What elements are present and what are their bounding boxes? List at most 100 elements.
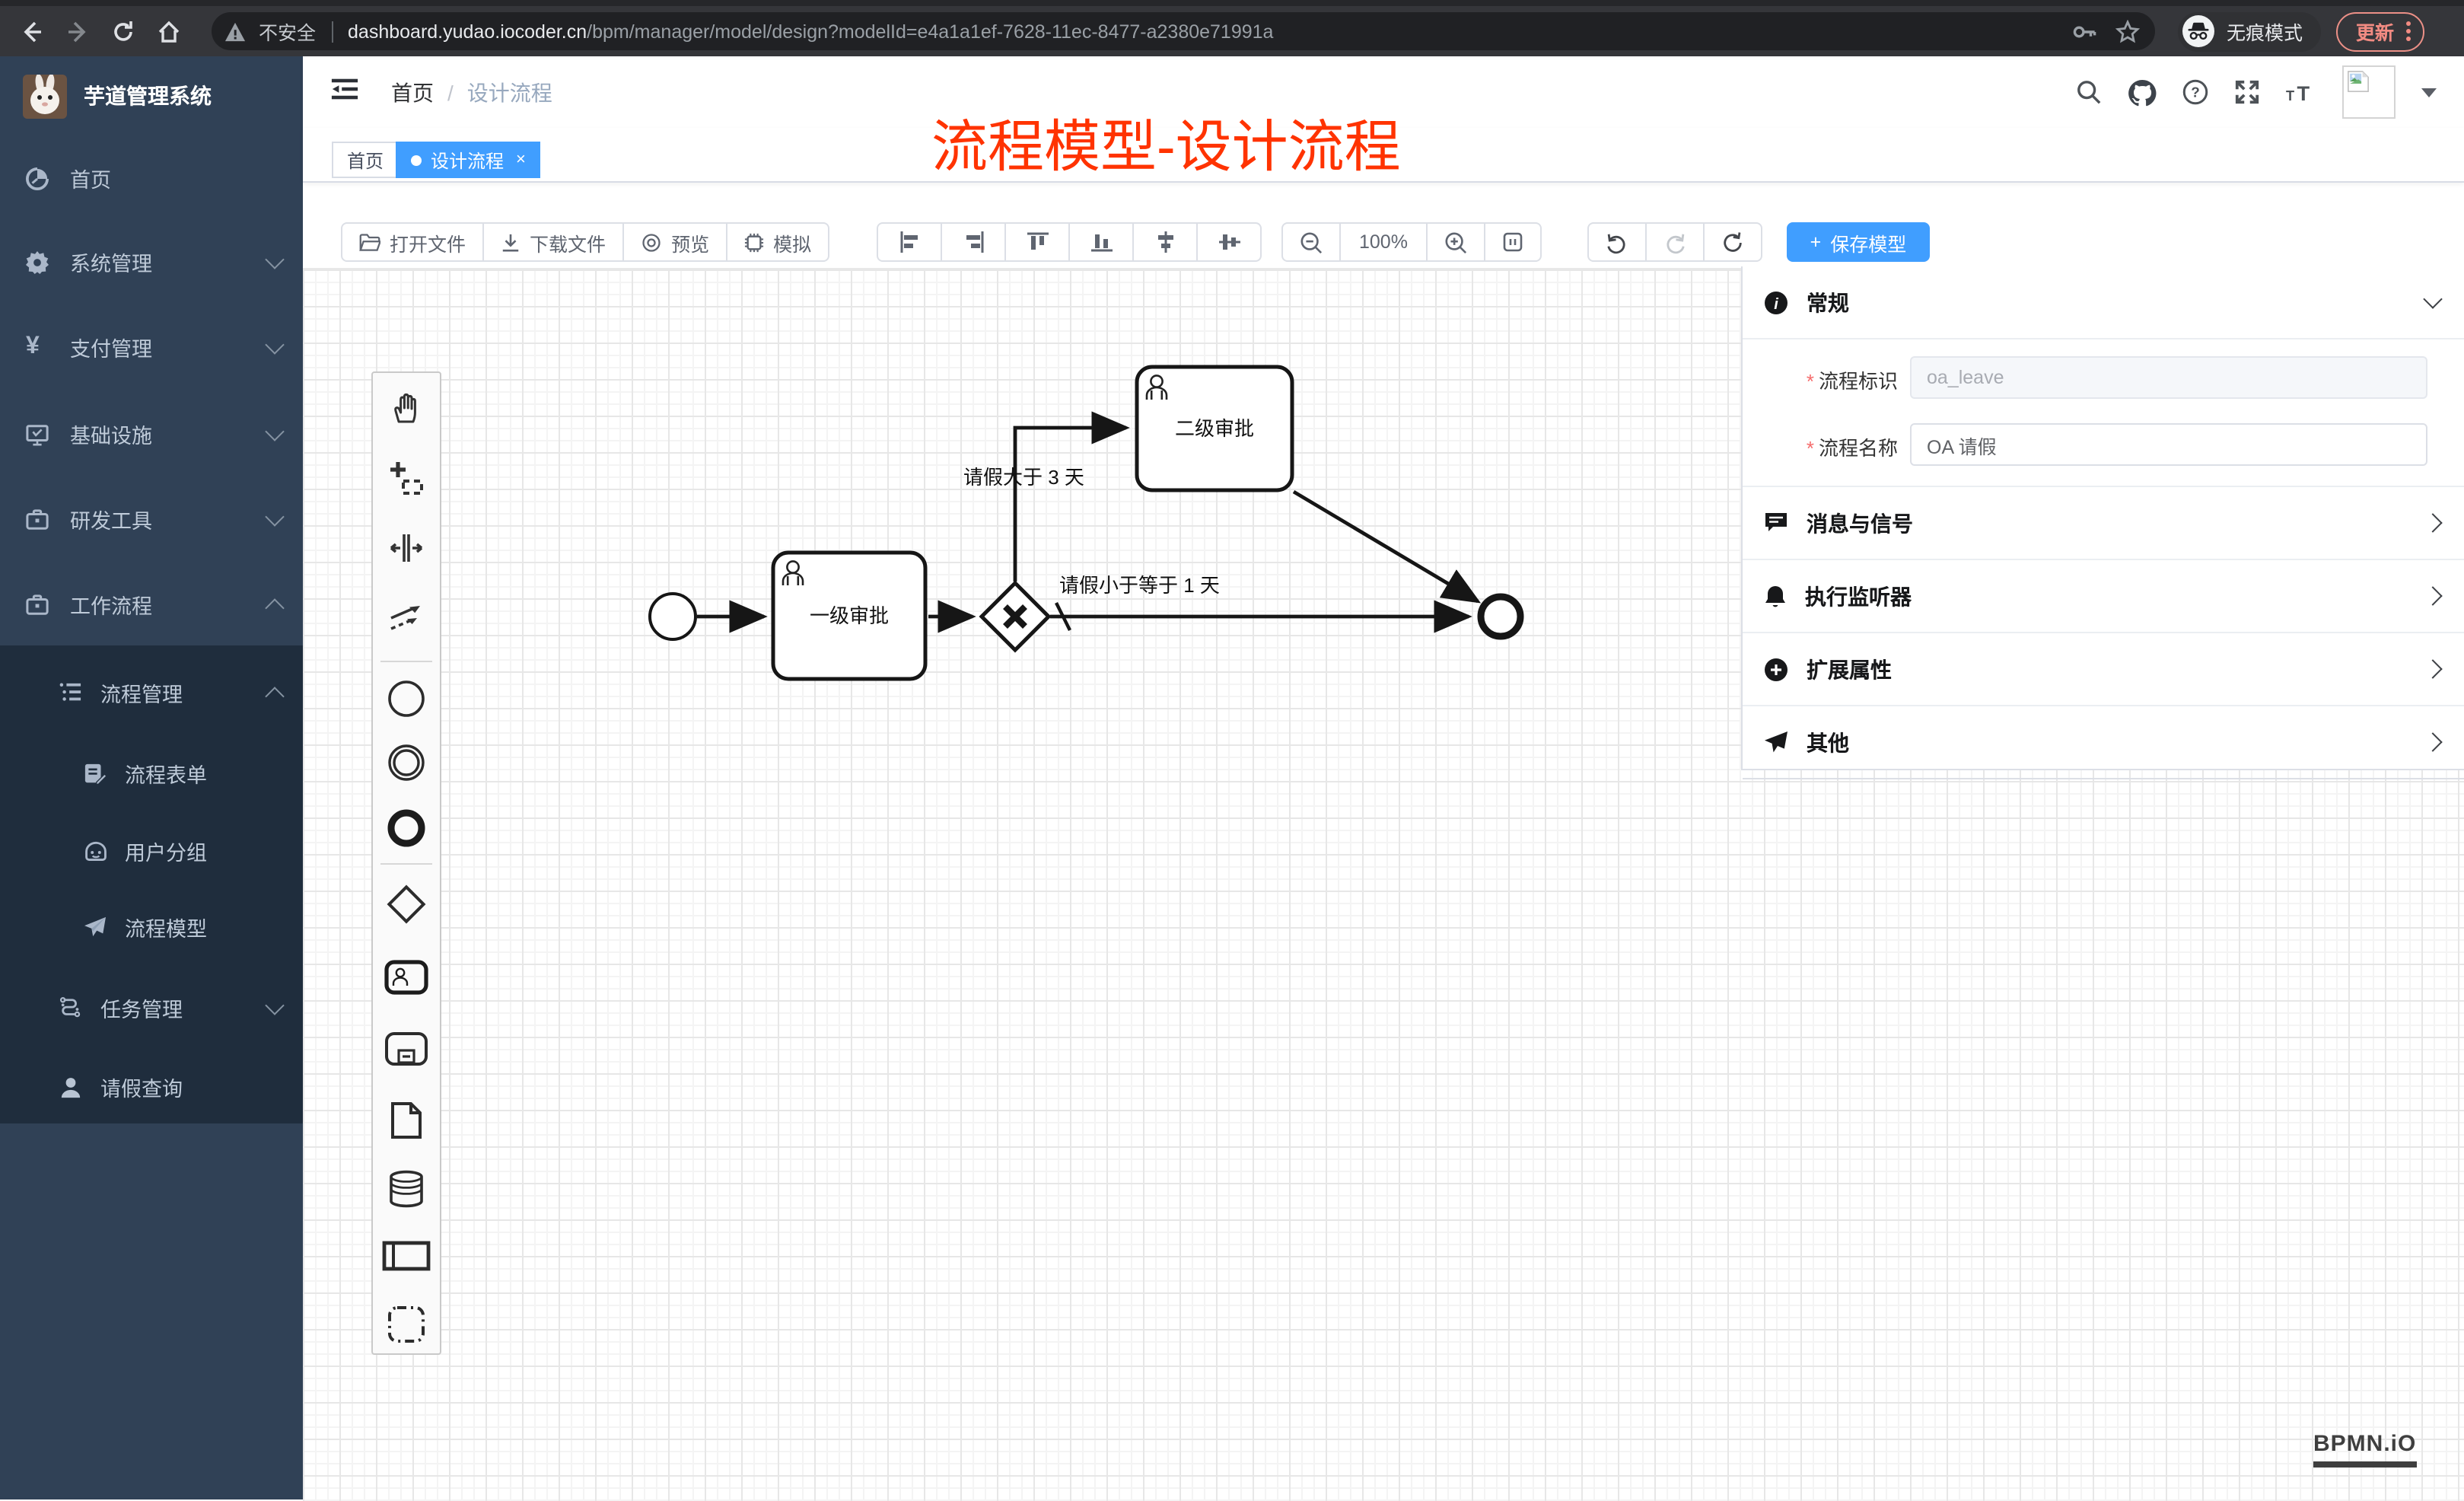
preview-button[interactable]: 预览 [624,224,727,260]
search-icon[interactable] [2076,79,2102,105]
tag-home[interactable]: 首页 [332,142,399,178]
browser-update-button[interactable]: 更新 [2336,11,2424,51]
global-connect-icon[interactable] [376,586,437,650]
button-label: 保存模型 [1830,228,1906,257]
sidebar-item-home[interactable]: 首页 [0,135,303,221]
browser-bar: 不安全 dashboard.yudao.iocoder.cn/bpm/manag… [0,0,2464,56]
sidebar-item-process-form[interactable]: 流程表单 [0,738,303,808]
create-participant[interactable] [376,1224,437,1288]
tag-close-icon[interactable]: × [516,151,526,169]
create-intermediate-event[interactable] [376,731,437,795]
sidebar-collapse-icon[interactable] [330,75,359,104]
sidebar-item-devtools[interactable]: 研发工具 [0,476,303,562]
security-label[interactable]: 不安全 [259,17,316,46]
sidebar-item-user-group[interactable]: 用户分组 [0,816,303,886]
palette-divider [380,863,432,865]
align-center-vertical-icon[interactable] [1198,224,1260,260]
caret-down-icon[interactable] [2421,88,2437,97]
create-data-object[interactable] [376,1088,437,1152]
space-tool-icon[interactable] [376,516,437,580]
chevron-right-icon [2426,735,2440,749]
create-subprocess[interactable] [376,1017,437,1081]
url-bar[interactable]: 不安全 dashboard.yudao.iocoder.cn/bpm/manag… [212,12,2155,50]
create-gateway[interactable] [376,872,437,936]
home-icon[interactable] [146,11,192,51]
restart-icon[interactable] [1705,224,1761,260]
sidebar-item-infrastructure[interactable]: 基础设施 [0,391,303,476]
create-user-task[interactable] [376,945,437,1009]
message-icon [1764,511,1788,534]
sequence-flow-gt3[interactable] [1015,428,1126,582]
chevron-down-icon [268,430,282,438]
align-right-icon[interactable] [942,224,1006,260]
help-icon[interactable]: ? [2182,79,2208,105]
password-key-icon[interactable] [2071,19,2097,43]
create-group[interactable] [376,1292,437,1356]
sidebar-item-leave-query[interactable]: 请假查询 [0,1052,303,1122]
sidebar-item-label: 首页 [70,163,111,193]
align-bottom-icon[interactable] [1070,224,1134,260]
section-general[interactable]: i 常规 [1743,266,2464,339]
align-center-horizontal-icon[interactable] [1134,224,1198,260]
yen-icon: ¥ [26,335,49,359]
page-annotation: 流程模型-设计流程 [931,100,1401,183]
avatar[interactable] [2342,65,2396,119]
zoom-reset-icon[interactable] [1485,224,1540,260]
edge-label-gt3[interactable]: 请假大于 3 天 [963,466,1084,489]
hand-tool-icon[interactable] [376,376,437,440]
download-file-button[interactable]: 下载文件 [484,224,624,260]
bookmark-star-icon[interactable] [2115,19,2140,43]
zoom-out-icon[interactable] [1283,224,1341,260]
sidebar-item-process-manage[interactable]: 流程管理 [0,658,303,728]
github-icon[interactable] [2128,78,2157,106]
exclusive-gateway[interactable] [982,583,1049,650]
forward-icon[interactable] [55,11,100,51]
user-task-level1[interactable]: 一级审批 [773,553,925,679]
section-label: 消息与信号 [1807,508,1913,538]
sequence-flow-le1[interactable] [1050,603,1469,630]
back-icon[interactable] [9,11,55,51]
save-model-button[interactable]: + 保存模型 [1787,222,1930,262]
section-messages[interactable]: 消息与信号 [1743,487,2464,560]
undo-icon[interactable] [1589,224,1647,260]
sidebar-item-payment[interactable]: ¥ 支付管理 [0,304,303,390]
file-button-group: 打开文件 下载文件 预览 模拟 [341,222,829,262]
reload-icon[interactable] [100,11,146,51]
align-top-icon[interactable] [1006,224,1070,260]
open-file-button[interactable]: 打开文件 [342,224,484,260]
breadcrumb-home[interactable]: 首页 [391,78,434,108]
section-others[interactable]: 其他 [1743,706,2464,779]
section-listeners[interactable]: 执行监听器 [1743,560,2464,633]
sidebar-item-system[interactable]: 系统管理 [0,219,303,304]
create-start-event[interactable] [376,667,437,731]
simulate-button[interactable]: 模拟 [727,224,828,260]
update-label[interactable]: 更新 [2356,17,2394,46]
end-event[interactable] [1481,597,1520,636]
url-text[interactable]: dashboard.yudao.iocoder.cn/bpm/manager/m… [348,21,1273,42]
sidebar-item-workflow[interactable]: 工作流程 [0,562,303,647]
bpmn-io-logo[interactable]: BPMN.iO [2313,1431,2416,1468]
process-name-input[interactable]: OA 请假 [1910,423,2427,466]
lasso-tool-icon[interactable] [376,446,437,510]
create-end-event[interactable] [376,796,437,860]
fullscreen-icon[interactable] [2234,79,2260,105]
zoom-in-icon[interactable] [1428,224,1485,260]
sidebar-item-process-model[interactable]: 流程模型 [0,892,303,962]
sidebar-logo[interactable]: 芋道管理系统 [0,72,303,120]
align-left-icon[interactable] [878,224,942,260]
sidebar-item-task-manage[interactable]: 任务管理 [0,973,303,1043]
section-extensions[interactable]: 扩展属性 [1743,633,2464,706]
start-event[interactable] [650,594,696,639]
user-task-level2[interactable]: 二级审批 [1137,367,1292,490]
tag-design-process[interactable]: 设计流程 × [396,142,541,178]
tag-label: 首页 [347,147,384,173]
redo-icon[interactable] [1647,224,1705,260]
sequence-flow[interactable] [1294,492,1478,601]
browser-menu-icon[interactable] [2406,21,2411,41]
monitor-icon [26,422,49,445]
font-size-icon[interactable]: TT [2286,80,2316,104]
edge-label-le1[interactable]: 请假小于等于 1 天 [1059,574,1220,597]
security-warning-icon[interactable] [224,21,247,42]
process-key-input[interactable]: oa_leave [1910,356,2427,399]
create-data-store[interactable] [376,1157,437,1221]
